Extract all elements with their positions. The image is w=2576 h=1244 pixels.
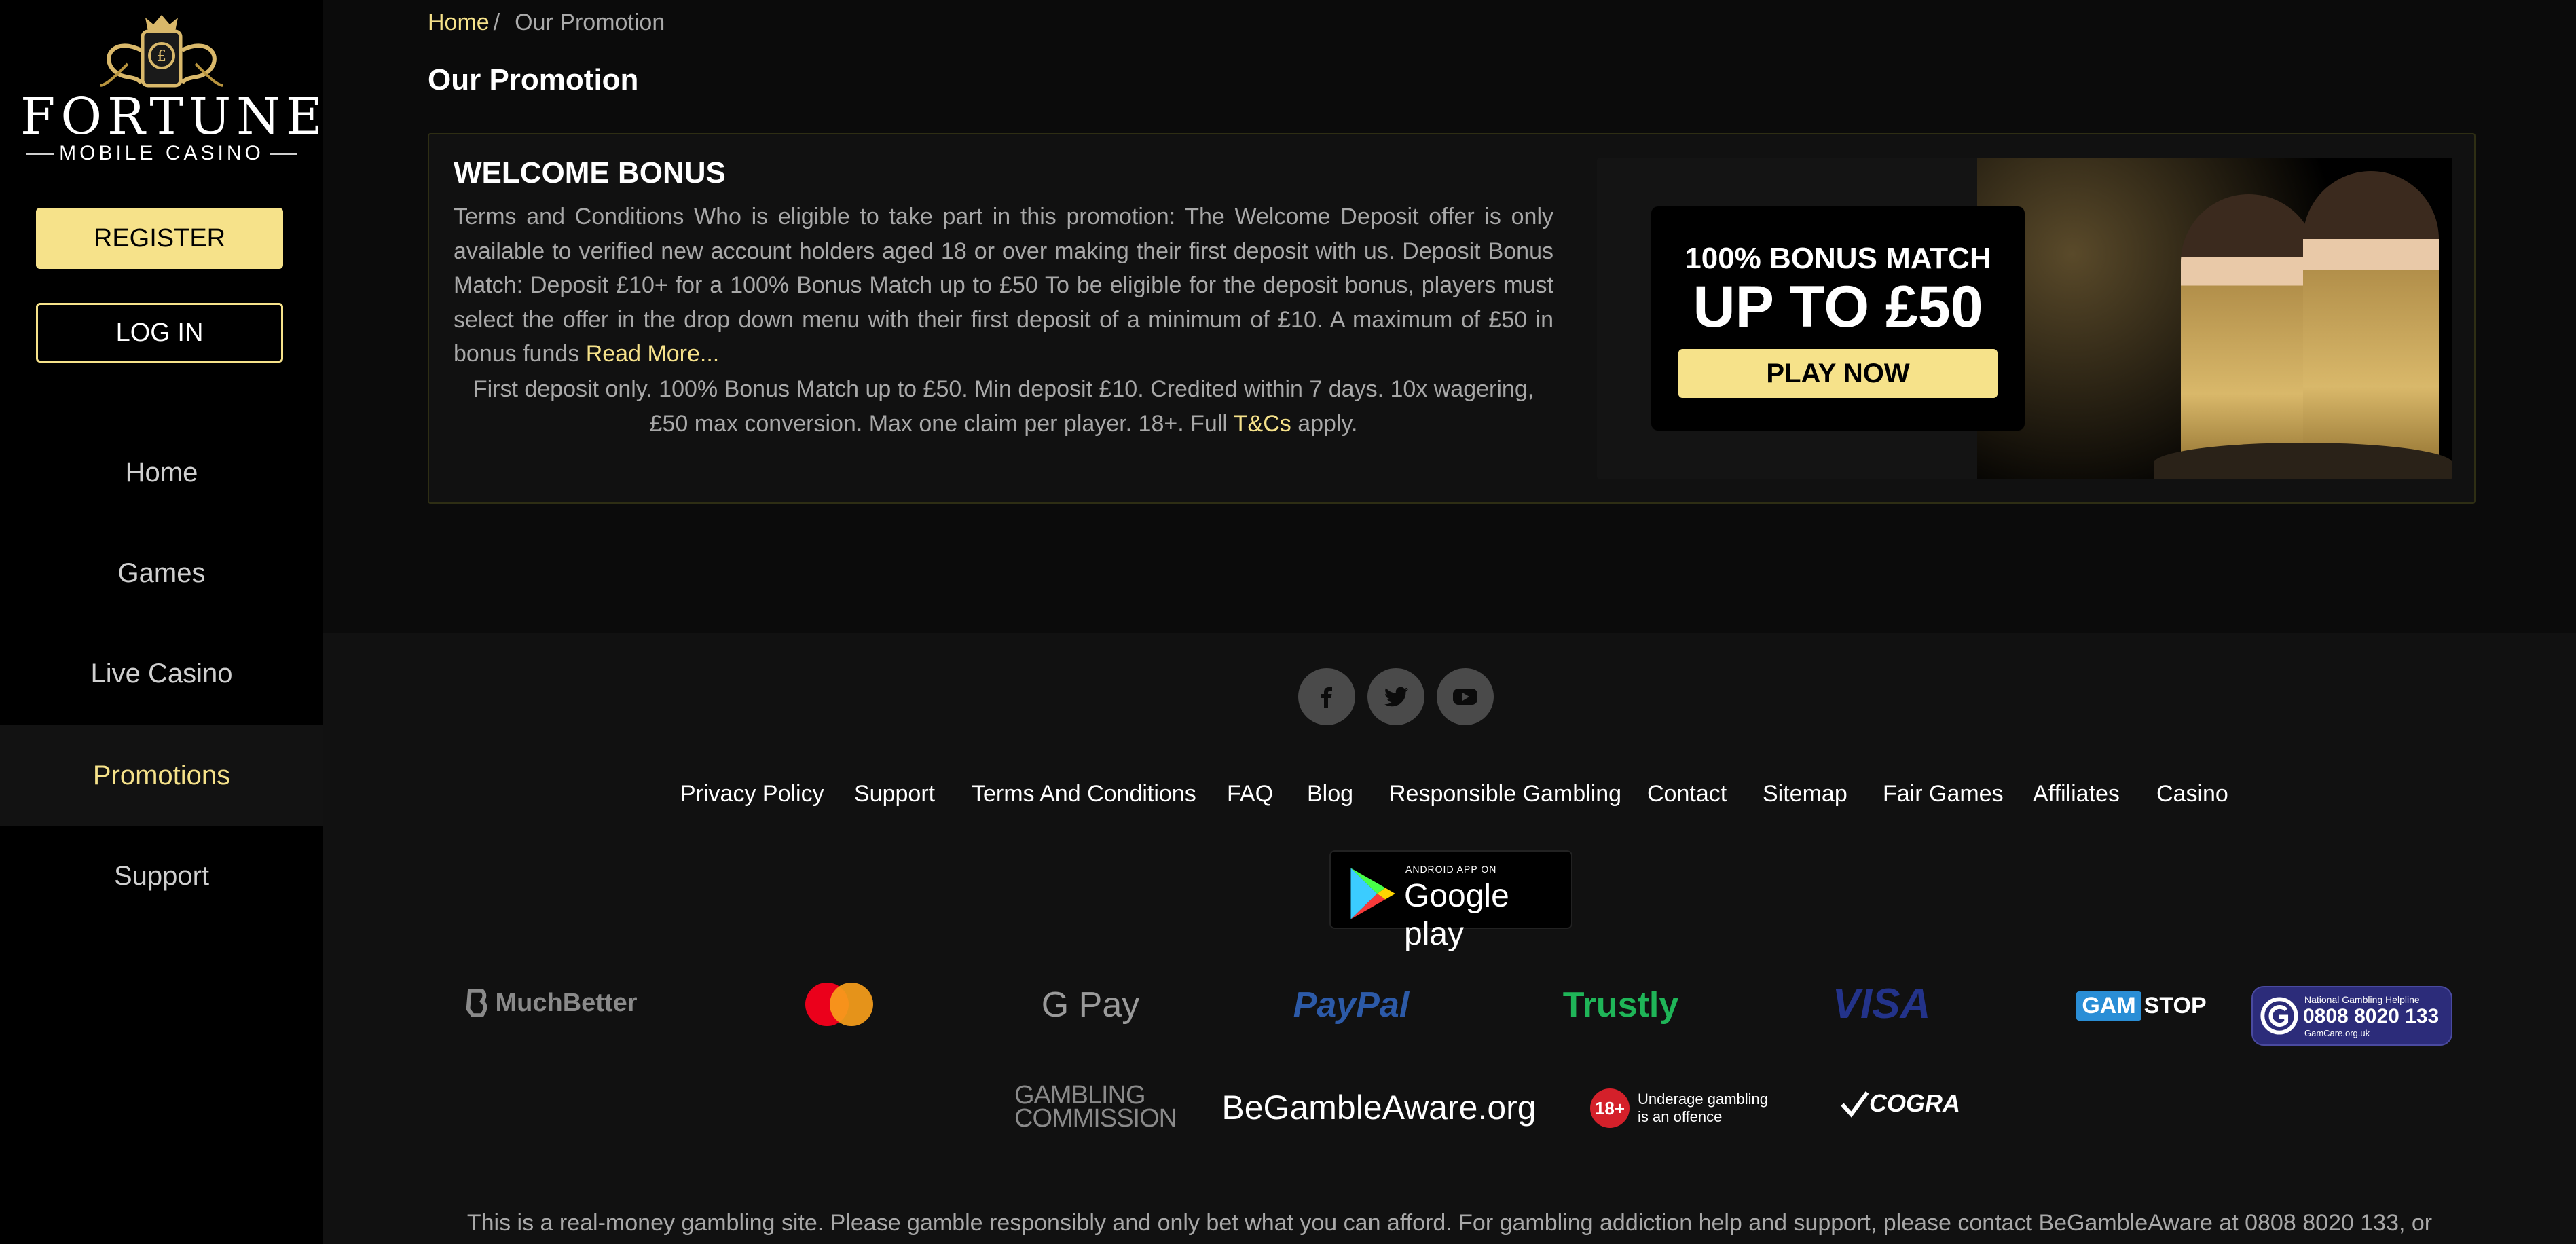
- footer-link-faq[interactable]: FAQ: [1227, 777, 1273, 811]
- banner-offer-panel: 100% BONUS MATCH UP TO £50 PLAY NOW: [1651, 206, 2025, 431]
- logo-subtitle: MOBILE CASINO: [20, 143, 303, 164]
- ecogra-label: COGRA: [1869, 1089, 1960, 1117]
- svg-text:£: £: [157, 48, 166, 65]
- breadcrumb: Home / Our Promotion: [428, 8, 665, 37]
- breadcrumb-separator: /: [493, 10, 500, 35]
- promo-summary-text: First deposit only. 100% Bonus Match up …: [473, 376, 1534, 437]
- youtube-icon[interactable]: [1437, 668, 1494, 725]
- banner-amount: UP TO £50: [1693, 274, 1983, 340]
- crown-crest-icon: £: [100, 15, 223, 88]
- facebook-icon[interactable]: [1298, 668, 1355, 725]
- google-play-label: Google play: [1404, 878, 1509, 952]
- play-now-button[interactable]: PLAY NOW: [1678, 349, 1998, 398]
- footer-link-affiliates[interactable]: Affiliates: [2033, 777, 2120, 811]
- footer-link-support[interactable]: Support: [854, 777, 935, 811]
- nav-item-games[interactable]: Games: [0, 523, 323, 623]
- site-logo[interactable]: £ FORTUNE MOBILE CASINO: [20, 10, 328, 164]
- banner-headline: 100% BONUS MATCH: [1685, 242, 1991, 275]
- gambling-commission-line2: COMMISSION: [1014, 1104, 1177, 1133]
- mastercard-icon: [805, 983, 873, 1026]
- footer-links: Privacy Policy Support Terms And Conditi…: [323, 777, 2576, 811]
- footer-link-privacy-policy[interactable]: Privacy Policy: [680, 777, 824, 811]
- promo-terms: Terms and Conditions Who is eligible to …: [454, 200, 1553, 371]
- nav-item-promotions[interactable]: Promotions: [0, 725, 323, 826]
- logo-brand: FORTUNE: [20, 88, 328, 146]
- google-play-badge[interactable]: ANDROID APP ON Google play: [1329, 850, 1572, 952]
- google-play-icon: [1350, 868, 1395, 919]
- register-button[interactable]: REGISTER: [36, 208, 283, 269]
- promo-title: WELCOME BONUS: [454, 156, 726, 189]
- banner-hostess-image: [2303, 171, 2439, 479]
- helpline-number: 0808 8020 133: [2303, 1005, 2440, 1027]
- breadcrumb-home-link[interactable]: Home: [428, 10, 490, 35]
- trustly-logo: Trustly: [1562, 985, 1679, 1025]
- muchbetter-icon: [466, 989, 487, 1017]
- gambling-commission-line1: GAMBLING: [1014, 1081, 1146, 1110]
- checkmark-icon: [1841, 1091, 1869, 1118]
- footer-link-terms[interactable]: Terms And Conditions: [972, 777, 1196, 811]
- twitter-icon[interactable]: [1367, 668, 1424, 725]
- gamstop-gam: GAM: [2076, 991, 2141, 1021]
- promo-card: WELCOME BONUS Terms and Conditions Who i…: [428, 133, 2476, 504]
- nav-item-live-casino[interactable]: Live Casino: [0, 623, 323, 724]
- responsible-gambling-disclaimer: This is a real-money gambling site. Plea…: [466, 1210, 2433, 1236]
- promo-banner[interactable]: 100% BONUS MATCH UP TO £50 PLAY NOW: [1597, 158, 2452, 479]
- footer-link-casino[interactable]: Casino: [2156, 777, 2228, 811]
- read-more-link[interactable]: Read More...: [586, 341, 720, 367]
- nav-item-home[interactable]: Home: [0, 422, 323, 523]
- footer-link-sitemap[interactable]: Sitemap: [1763, 777, 1847, 811]
- nav-item-support[interactable]: Support: [0, 826, 323, 926]
- footer-link-contact[interactable]: Contact: [1647, 777, 1727, 811]
- gamcare-g-icon: [2260, 997, 2298, 1035]
- underage-gambling-badge: 18+ Underage gambling is an offence: [1590, 1081, 1794, 1135]
- gambling-commission-logo: GAMBLING COMMISSION: [1014, 1081, 1177, 1133]
- age-18-icon: 18+: [1590, 1088, 1630, 1128]
- login-button[interactable]: LOG IN: [36, 303, 283, 363]
- promo-summary-end: apply.: [1298, 410, 1358, 437]
- tcs-link[interactable]: T&Cs: [1234, 411, 1291, 437]
- gambling-helpline-badge: National Gambling Helpline 0808 8020 133…: [2251, 986, 2452, 1046]
- mastercard-logo: [785, 981, 894, 1028]
- muchbetter-logo: MuchBetter: [463, 979, 640, 1027]
- underage-text-line1: Underage gambling: [1638, 1091, 1769, 1108]
- gamstop-logo: GAM STOP: [2053, 982, 2230, 1029]
- footer-link-responsible-gambling[interactable]: Responsible Gambling: [1389, 777, 1621, 811]
- begambleaware-logo: BeGambleAware.org: [1221, 1088, 1537, 1127]
- roulette-table-image: [2154, 443, 2452, 479]
- helpline-site: GamCare.org.uk: [2304, 1028, 2370, 1038]
- promo-summary: First deposit only. 100% Bonus Match up …: [454, 372, 1553, 441]
- banner-hostess-image: [2181, 194, 2317, 479]
- page-title: Our Promotion: [428, 63, 639, 96]
- helpline-title: National Gambling Helpline: [2304, 994, 2420, 1005]
- sidebar: £ FORTUNE MOBILE CASINO REGISTER LOG IN …: [0, 0, 323, 1244]
- ecogra-logo: COGRA: [1832, 1078, 1968, 1129]
- underage-text-line2: is an offence: [1638, 1108, 1723, 1125]
- google-pay-logo: G Pay: [1041, 985, 1140, 1025]
- gamstop-stop: STOP: [2143, 992, 2207, 1019]
- visa-logo: VISA: [1832, 980, 1931, 1027]
- footer: Privacy Policy Support Terms And Conditi…: [323, 633, 2576, 1244]
- breadcrumb-current: Our Promotion: [515, 10, 665, 35]
- muchbetter-label: MuchBetter: [495, 988, 638, 1017]
- footer-link-fair-games[interactable]: Fair Games: [1883, 777, 2004, 811]
- paypal-logo: PayPal: [1293, 985, 1410, 1025]
- footer-link-blog[interactable]: Blog: [1307, 777, 1353, 811]
- google-play-caption: ANDROID APP ON: [1405, 864, 1497, 875]
